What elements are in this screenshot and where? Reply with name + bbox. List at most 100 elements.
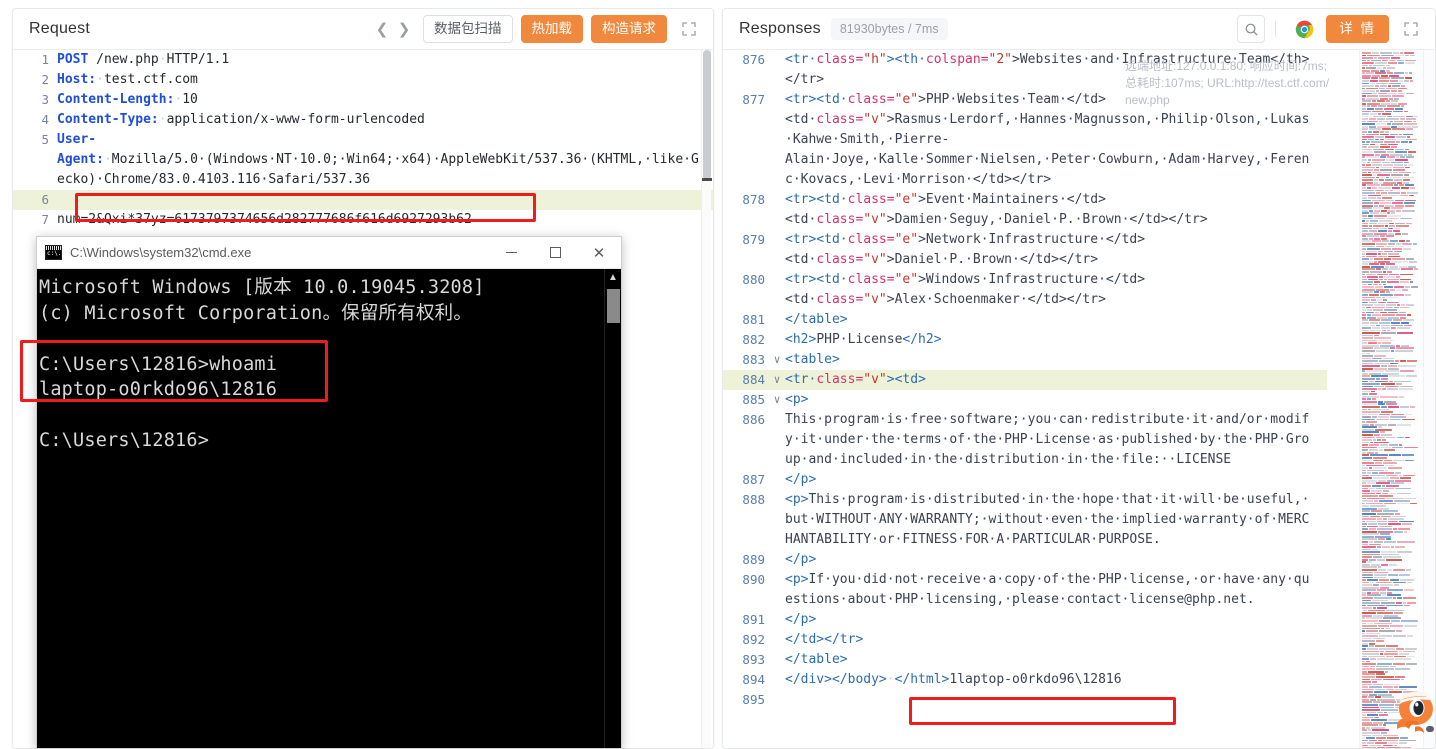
minimap-segment <box>1386 218 1399 220</box>
minimap-segment <box>1362 246 1375 248</box>
minimap-segment <box>1404 625 1417 627</box>
cmd-window[interactable]: C:\Windows\system32\cmd.exe ✕ Microsoft … <box>36 236 622 749</box>
minimap-segment <box>1362 126 1368 128</box>
chevron-down-icon[interactable]: ∨ <box>769 370 785 390</box>
chevron-down-icon[interactable]: ∨ <box>769 390 785 410</box>
minimap-segment <box>1402 419 1415 421</box>
chevron-left-icon[interactable]: ❮ <box>371 16 393 42</box>
minimap-segment <box>1362 454 1369 456</box>
minimap-segment <box>1372 729 1389 731</box>
code-minimap[interactable] <box>1359 50 1421 748</box>
minimap-segment <box>1362 630 1365 632</box>
minimap-segment <box>1390 240 1398 242</box>
request-scrollbar[interactable] <box>701 50 711 748</box>
minimap-segment <box>1362 551 1380 553</box>
response-code-area[interactable]: 876<tr·class="h"><th·colspan="2">Website… <box>723 50 1435 748</box>
minimap-segment <box>1373 722 1383 724</box>
response-scrollbar-thumb[interactable] <box>1426 726 1434 732</box>
minimap-segment <box>1399 574 1410 576</box>
minimap-segment <box>1378 113 1381 115</box>
minimap-segment <box>1394 286 1404 288</box>
minimap-segment <box>1373 174 1376 176</box>
chrome-icon[interactable] <box>1290 15 1318 43</box>
minimap-segment <box>1370 325 1375 327</box>
minimap-segment <box>1372 681 1377 683</box>
packet-scan-button[interactable]: 数据包扫描 <box>423 15 513 44</box>
request-scrollbar-thumb[interactable] <box>703 50 711 180</box>
minimap-segment <box>1388 521 1398 523</box>
search-icon[interactable] <box>1237 15 1265 43</box>
code-line: 893</table> <box>723 650 1327 670</box>
minimap-segment <box>1362 286 1374 288</box>
minimap-segment <box>1362 556 1372 558</box>
expand-icon[interactable] <box>1397 15 1425 43</box>
minimap-segment <box>1389 225 1395 227</box>
cmd-console-body[interactable]: Microsoft Windows [版本 10.0.19045.3208] (… <box>37 269 621 749</box>
minimap-segment <box>1362 620 1378 622</box>
minimap-segment <box>1369 65 1372 67</box>
cmd-title-bar[interactable]: C:\Windows\system32\cmd.exe ✕ <box>37 237 621 269</box>
minimap-segment <box>1366 630 1378 632</box>
minimap-segment <box>1372 416 1377 418</box>
minimap-segment <box>1362 617 1365 619</box>
minimap-segment <box>1395 233 1401 235</box>
minimap-segment <box>1406 223 1412 225</box>
minimap-segment <box>1402 289 1408 291</box>
minimap-segment <box>1370 424 1374 426</box>
minimap-segment <box>1362 574 1373 576</box>
minimize-button[interactable] <box>489 237 533 268</box>
minimap-segment <box>1362 403 1377 405</box>
minimap-segment <box>1394 228 1401 230</box>
build-request-button[interactable]: 构造请求 <box>591 15 667 44</box>
chevron-right-icon[interactable]: ❯ <box>393 16 415 42</box>
close-icon[interactable]: ✕ <box>577 237 621 268</box>
minimap-segment <box>1374 368 1387 370</box>
minimap-segment <box>1362 200 1371 202</box>
minimap-segment <box>1410 187 1415 189</box>
cmd-scrollbar-thumb[interactable] <box>607 289 620 323</box>
minimap-segment <box>1394 294 1404 296</box>
minimap-segment <box>1362 729 1367 731</box>
minimap-segment <box>1409 141 1412 143</box>
minimap-segment <box>1367 108 1374 110</box>
minimap-segment <box>1409 72 1412 74</box>
minimap-segment <box>1382 373 1399 375</box>
minimap-segment <box>1378 538 1385 540</box>
minimap-segment <box>1362 640 1375 642</box>
minimap-segment <box>1362 297 1375 299</box>
minimap-segment <box>1368 342 1377 344</box>
minimap-segment <box>1362 146 1367 148</box>
minimap-segment <box>1399 653 1409 655</box>
minimap-segment <box>1405 184 1414 186</box>
chevron-down-icon[interactable]: ∨ <box>769 350 785 370</box>
minimap-segment <box>1380 139 1384 141</box>
minimap-segment <box>1362 505 1369 507</box>
minimap-segment <box>1362 717 1373 719</box>
minimap-segment <box>1383 740 1398 742</box>
cmd-scrollbar[interactable]: ▲ <box>604 269 621 749</box>
minimap-segment <box>1362 442 1369 444</box>
minimap-segment <box>1402 177 1414 179</box>
minimap-segment <box>1397 503 1409 505</box>
minimap-segment <box>1362 559 1368 561</box>
minimap-segment <box>1380 396 1398 398</box>
minimap-segment <box>1388 712 1399 714</box>
response-scrollbar[interactable] <box>1423 50 1435 748</box>
line-number: 7 <box>13 210 57 230</box>
minimap-segment <box>1373 607 1376 609</box>
minimap-segment <box>1400 386 1413 388</box>
hot-reload-button[interactable]: 热加载 <box>521 15 584 44</box>
code-line: 5User-Agent:·Mozilla/5.0·(Windows·NT·10.… <box>13 130 713 190</box>
minimap-segment <box>1362 477 1372 479</box>
minimap-segment <box>1362 212 1369 214</box>
minimap-segment <box>1362 65 1368 67</box>
expand-icon[interactable] <box>675 15 703 43</box>
minimap-segment <box>1362 381 1368 383</box>
minimap-segment <box>1369 449 1378 451</box>
response-panel-header: Responses 81930bytes / 7ms 详 情 <box>723 9 1435 50</box>
maximize-button[interactable] <box>533 237 577 268</box>
minimap-segment <box>1394 500 1410 502</box>
minimap-segment <box>1384 653 1398 655</box>
chevron-up-icon[interactable]: ▲ <box>605 269 621 286</box>
detail-button[interactable]: 详 情 <box>1326 15 1389 44</box>
